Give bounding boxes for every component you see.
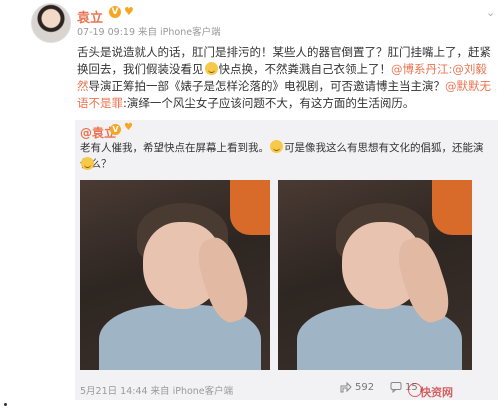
emoji-icon bbox=[270, 140, 283, 153]
post-text-4: :演绎一个风尘女子应该问题不大，有这方面的生活阅历。 bbox=[123, 96, 415, 110]
share-button[interactable]: 592 bbox=[340, 381, 374, 393]
quoted-date: 5月21日 14:44 来自 iPhone客户端 bbox=[80, 386, 234, 397]
author-avatar[interactable] bbox=[31, 3, 71, 43]
quoted-photo-1[interactable] bbox=[80, 180, 270, 370]
quoted-text-a: 老有人催我，希望快点在屏幕上看到我。 bbox=[80, 142, 269, 154]
chevron-down-icon[interactable]: ⌄ bbox=[486, 6, 495, 19]
share-count: 592 bbox=[355, 381, 375, 393]
weibo-post: 袁立 V ♥ ⌄ 07-19 09:19 来自 iPhone客户端 舌头是说造就… bbox=[0, 0, 500, 417]
quoted-heart-badge-icon: ♥ bbox=[124, 122, 133, 133]
bullet-dot bbox=[4, 403, 7, 406]
share-icon bbox=[340, 381, 352, 393]
watermark-text: 快资网 bbox=[420, 386, 453, 399]
comment-icon bbox=[390, 382, 402, 393]
emoji-icon bbox=[204, 62, 218, 75]
emoji-icon bbox=[81, 157, 94, 170]
quoted-verified-badge-icon: V bbox=[110, 124, 121, 135]
post-text-2: 快点换，不然粪溅自己衣领上了 bbox=[218, 62, 380, 76]
mention-at[interactable]: @ bbox=[445, 79, 457, 93]
post-meta: 07-19 09:19 来自 iPhone客户端 bbox=[77, 27, 221, 38]
post-body: 舌头是说造就人的话，肛门是排污的！某些人的器官倒置了？肛门挂嘴上了，赶紧换回去，… bbox=[77, 45, 491, 110]
quoted-photo-2[interactable] bbox=[278, 180, 472, 370]
photo-orange-object bbox=[230, 180, 270, 235]
verified-badge-icon: V bbox=[109, 6, 121, 18]
post-text-3: 导演正筹拍一部《婊子是怎样沦落的》电视剧，可否邀请博主当主演？ bbox=[88, 79, 446, 93]
photo-orange-object bbox=[432, 180, 472, 235]
heart-badge-icon: ♥ bbox=[124, 5, 134, 18]
quoted-text: 老有人催我，希望快点在屏幕上看到我。 可是像我这么有思想有文化的倡狐，还能演什么？ bbox=[80, 140, 492, 172]
